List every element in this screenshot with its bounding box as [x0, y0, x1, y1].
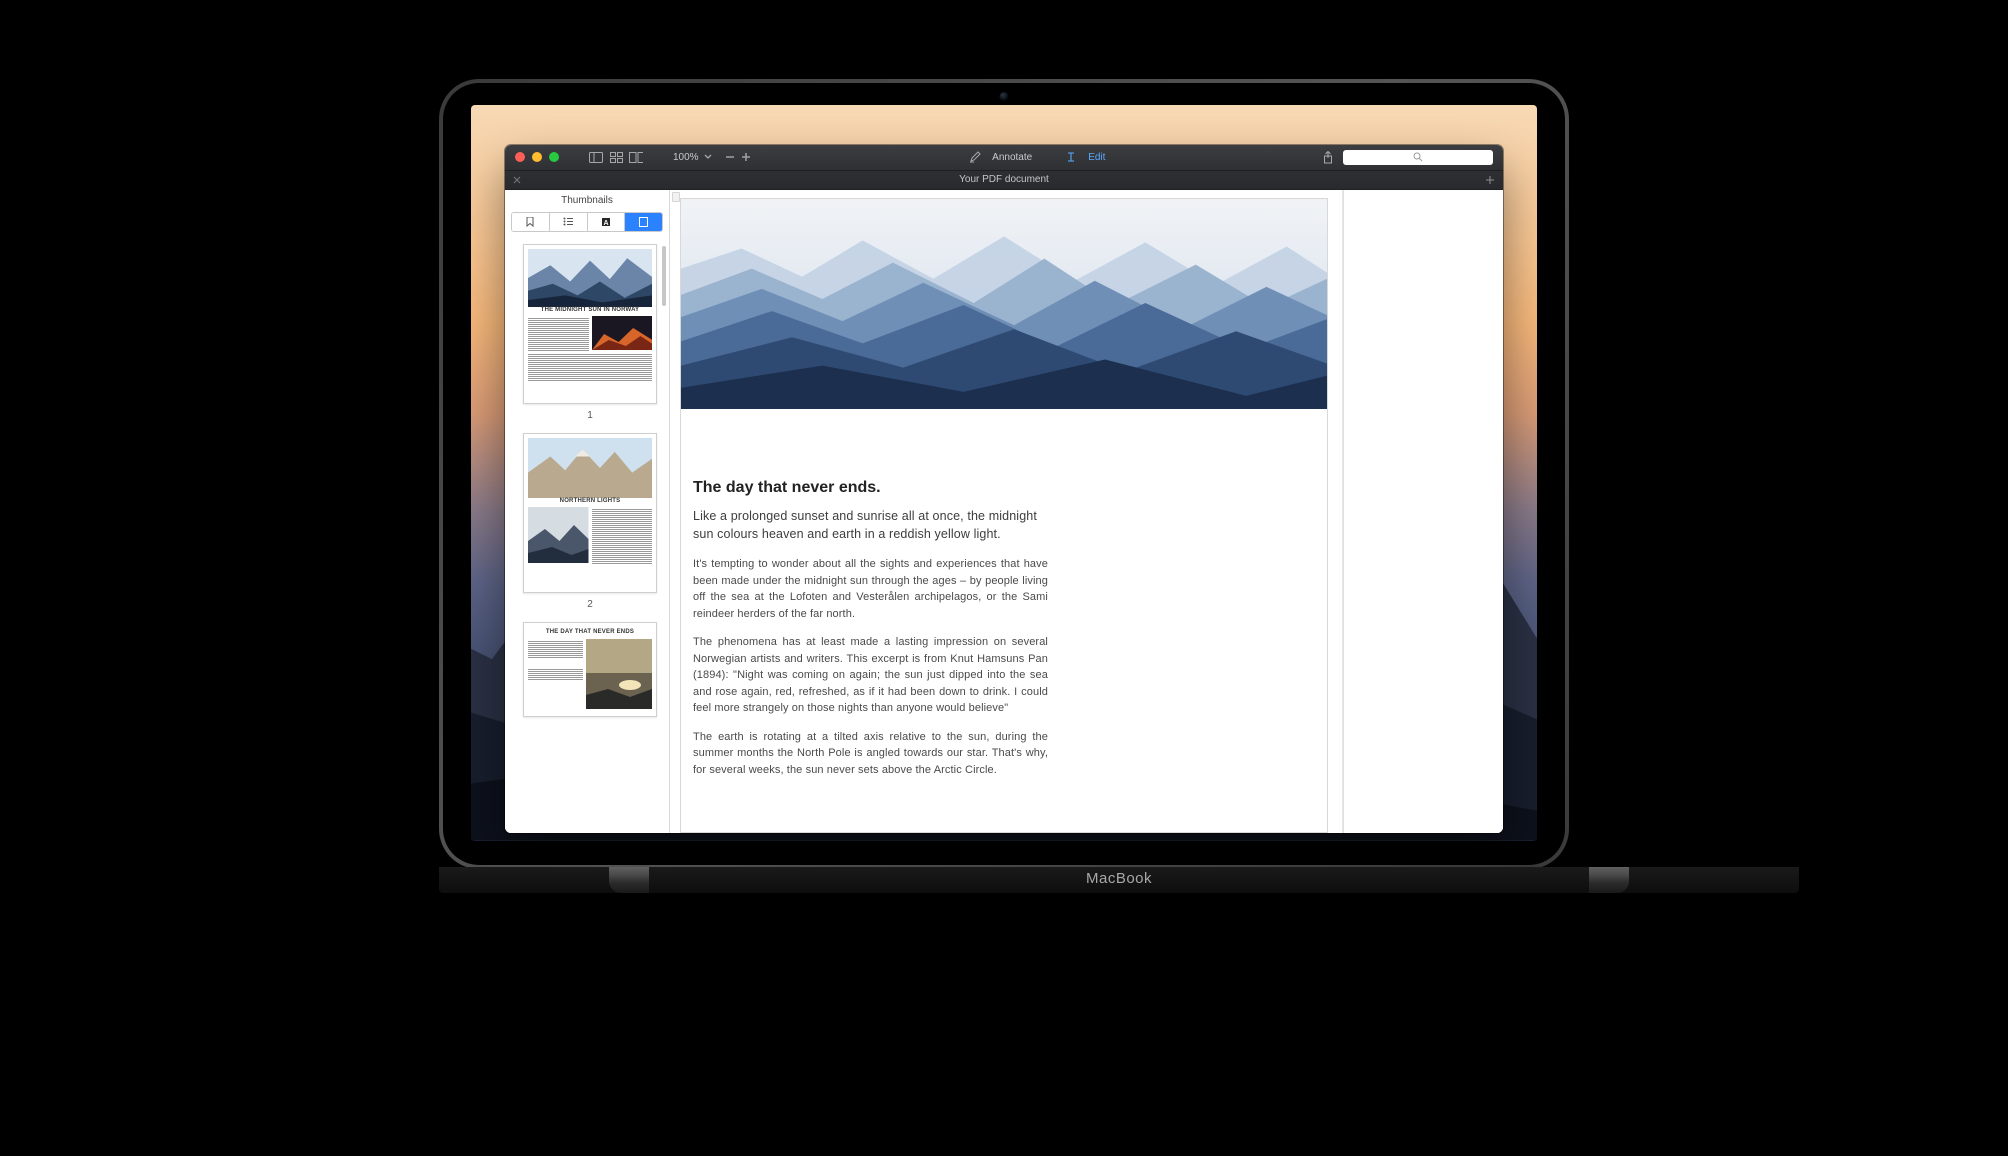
zoom-in-button[interactable] — [739, 151, 753, 163]
document-paragraph-3: The earth is rotating at a tilted axis r… — [693, 729, 1048, 779]
sidebar-seg-outline[interactable] — [549, 213, 587, 231]
window-controls — [515, 152, 559, 162]
camera-dot — [1000, 92, 1009, 101]
screen-outer: 100% — [439, 79, 1569, 869]
window-close-button[interactable] — [515, 152, 525, 162]
edit-label: Edit — [1088, 152, 1105, 163]
page-corner-handle[interactable] — [672, 192, 680, 202]
annotate-icon — [968, 151, 982, 163]
search-input[interactable] — [1343, 150, 1493, 165]
sidebar-seg-bookmarks[interactable] — [512, 213, 549, 231]
zoom-level-label[interactable]: 100% — [673, 152, 699, 163]
app-window: 100% — [505, 145, 1503, 833]
share-icon[interactable] — [1321, 151, 1335, 163]
toolbar: 100% — [505, 145, 1503, 171]
view-double-icon[interactable] — [629, 151, 643, 163]
view-grid-icon[interactable] — [609, 151, 623, 163]
thumbnail-page-1[interactable]: THE MIDNIGHT SUN IN NORWAY — [523, 244, 657, 404]
sidebar-view-segmented: A — [511, 212, 663, 232]
document-lead: Like a prolonged sunset and sunrise all … — [693, 507, 1048, 545]
thumbnails-list: THE MIDNIGHT SUN IN NORWAY — [505, 238, 669, 833]
document-paragraph-1: It's tempting to wonder about all the si… — [693, 556, 1048, 622]
screen-bezel: 100% — [443, 83, 1565, 865]
thumb-1-number: 1 — [523, 410, 657, 421]
sidebar-title: Thumbnails — [505, 190, 669, 212]
document-text: The day that never ends. Like a prolonge… — [693, 479, 1048, 791]
sidebar-seg-thumbnails[interactable] — [624, 213, 662, 231]
document-paragraph-2: The phenomena has at least made a lastin… — [693, 634, 1048, 717]
pdf-page: The day that never ends. Like a prolonge… — [680, 198, 1328, 833]
document-canvas[interactable]: The day that never ends. Like a prolonge… — [670, 190, 1343, 833]
tab-title[interactable]: Your PDF document — [959, 174, 1049, 185]
sidebar-seg-annotations[interactable]: A — [587, 213, 625, 231]
annotate-label: Annotate — [992, 152, 1032, 163]
sidebar-toggle-icon[interactable] — [589, 151, 603, 163]
new-tab-button[interactable] — [1485, 175, 1495, 185]
macbook-frame: 100% — [439, 79, 1569, 893]
sidebar: Thumbnails A — [505, 190, 670, 833]
tab-bar: Your PDF document — [505, 171, 1503, 190]
thumb-2-number: 2 — [523, 599, 657, 610]
window-minimize-button[interactable] — [532, 152, 542, 162]
thumbnail-page-3[interactable]: THE DAY THAT NEVER ENDS — [523, 622, 657, 717]
edit-button[interactable]: Edit — [1064, 151, 1105, 163]
inspector-panel — [1343, 190, 1503, 833]
zoom-dropdown-icon[interactable] — [701, 151, 715, 163]
window-zoom-button[interactable] — [549, 152, 559, 162]
hero-image — [681, 199, 1327, 409]
macbook-hinge: MacBook — [439, 867, 1799, 893]
annotate-button[interactable]: Annotate — [968, 151, 1032, 163]
thumbnail-page-2[interactable]: NORTHERN LIGHTS — [523, 433, 657, 593]
sidebar-scrollbar[interactable] — [662, 246, 666, 306]
search-icon — [1413, 152, 1423, 162]
thumb-3-title: THE DAY THAT NEVER ENDS — [528, 629, 652, 635]
desktop: 100% — [471, 105, 1537, 841]
svg-text:A: A — [603, 220, 608, 227]
tab-close-button[interactable] — [505, 176, 529, 184]
document-heading: The day that never ends. — [693, 479, 1048, 497]
macbook-label: MacBook — [1086, 870, 1152, 887]
thumb-1-title: THE MIDNIGHT SUN IN NORWAY — [528, 307, 652, 313]
zoom-out-button[interactable] — [723, 151, 737, 163]
thumb-2-title: NORTHERN LIGHTS — [528, 498, 652, 504]
edit-icon — [1064, 151, 1078, 163]
